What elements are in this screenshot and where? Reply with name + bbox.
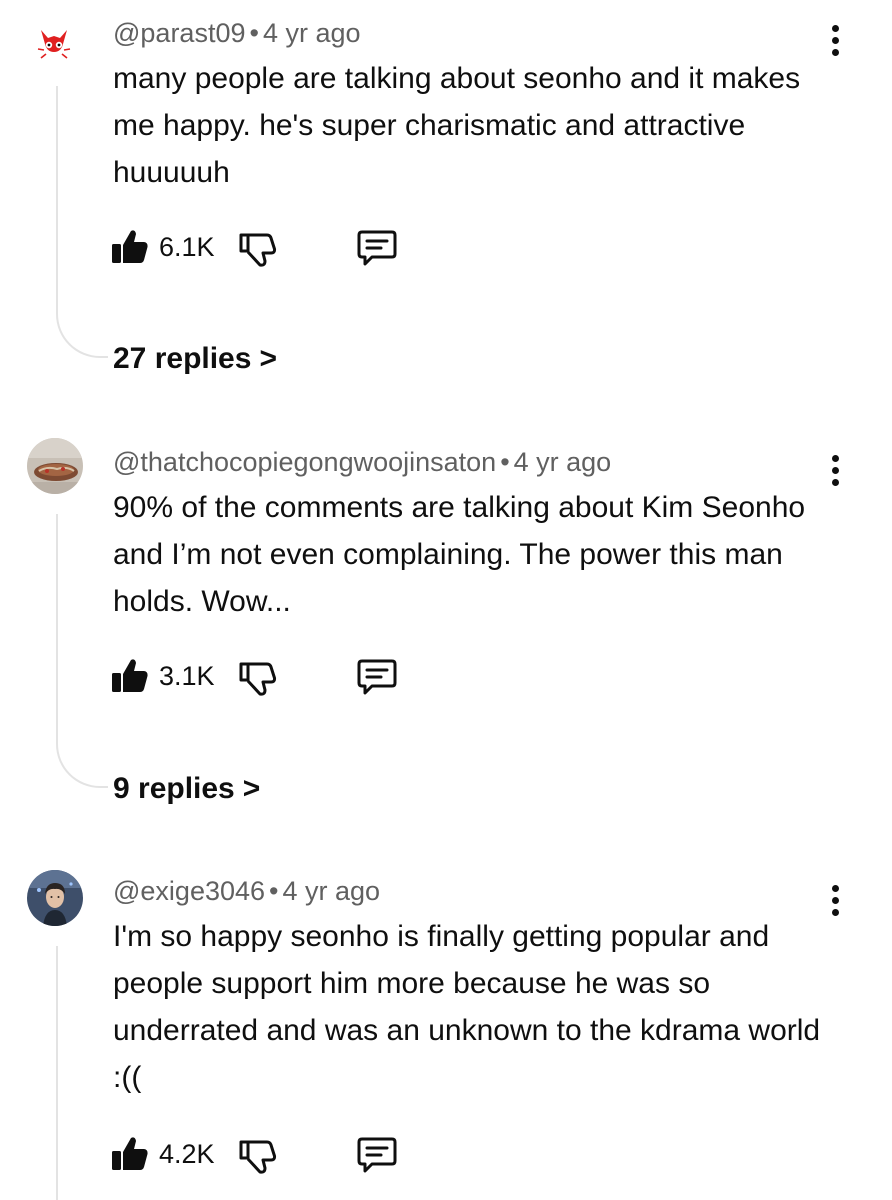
red-cat-icon (37, 30, 71, 59)
like-count: 3.1K (159, 661, 215, 691)
chevron-right-icon: > (242, 772, 261, 805)
avatar[interactable] (27, 16, 81, 66)
author-handle[interactable]: @thatchocopiegongwoojinsaton (113, 447, 496, 477)
thumbs-up-icon[interactable] (110, 656, 150, 696)
avatar[interactable] (27, 438, 83, 494)
comment-meta: @exige3046 • 4 yr ago (113, 875, 380, 907)
comment-text: 90% of the comments are talking about Ki… (113, 491, 806, 618)
author-handle[interactable]: @exige3046 (113, 876, 265, 906)
comment-text: I'm so happy seonho is finally getting p… (113, 920, 821, 1094)
thread-line (56, 86, 108, 358)
meta-separator: • (249, 18, 259, 48)
thumbs-down-icon[interactable] (238, 229, 278, 269)
reply-icon[interactable] (356, 657, 398, 697)
avatar[interactable] (27, 870, 83, 926)
thumbs-up-icon[interactable] (110, 1134, 150, 1174)
like-count: 6.1K (159, 232, 215, 262)
thumbs-up-icon[interactable] (110, 227, 150, 267)
comment-meta: @parast09 • 4 yr ago (113, 17, 361, 49)
person-photo (27, 870, 83, 926)
view-replies-link[interactable]: 27 replies > (113, 341, 277, 377)
meta-separator: • (269, 876, 279, 906)
snack-photo (27, 438, 83, 494)
thumbs-down-icon[interactable] (238, 658, 278, 698)
timestamp[interactable]: 4 yr ago (514, 447, 612, 477)
timestamp[interactable]: 4 yr ago (263, 18, 361, 48)
timestamp[interactable]: 4 yr ago (282, 876, 380, 906)
reply-icon[interactable] (356, 228, 398, 268)
comment-text: many people are talking about seonho and… (113, 62, 801, 189)
comment-meta: @thatchocopiegongwoojinsaton • 4 yr ago (113, 446, 611, 478)
reply-icon[interactable] (356, 1135, 398, 1175)
replies-count-label: 9 replies (113, 772, 235, 805)
thread-line (56, 946, 108, 1200)
thread-line (56, 514, 108, 788)
replies-count-label: 27 replies (113, 342, 252, 375)
meta-separator: • (500, 447, 510, 477)
view-replies-link[interactable]: 9 replies > (113, 771, 260, 807)
chevron-right-icon: > (259, 342, 277, 375)
thumbs-down-icon[interactable] (238, 1136, 278, 1176)
author-handle[interactable]: @parast09 (113, 18, 245, 48)
like-count: 4.2K (159, 1139, 215, 1169)
